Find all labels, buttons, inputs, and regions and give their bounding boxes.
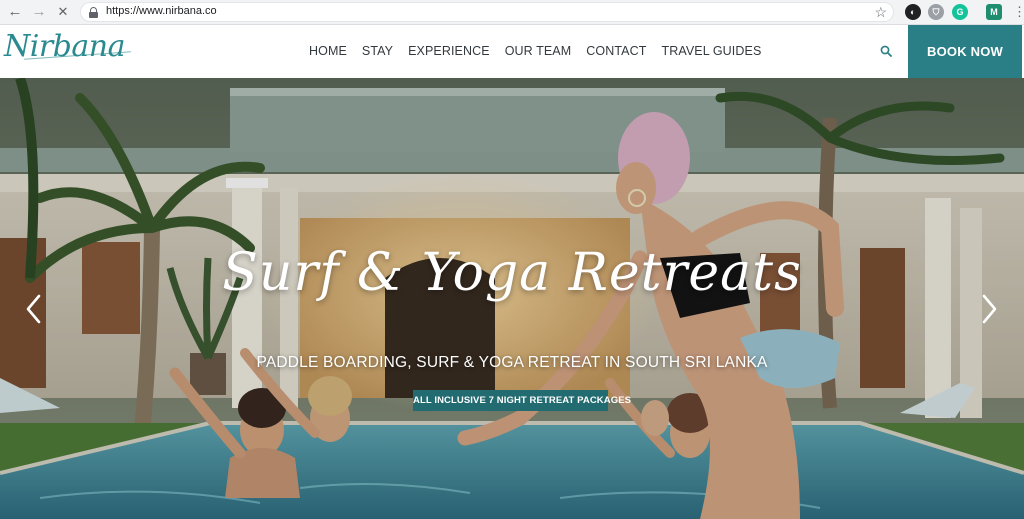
nav-our-team[interactable]: OUR TEAM — [505, 44, 572, 60]
nav-stay[interactable]: STAY — [362, 44, 393, 60]
hero-subtitle: PADDLE BOARDING, SURF & YOGA RETREAT IN … — [256, 354, 768, 371]
bookmark-star-icon[interactable]: ☆ — [874, 3, 887, 21]
site-header: Nirbana HOME STAY EXPERIENCE OUR TEAM CO… — [0, 25, 1024, 78]
book-now-button[interactable]: BOOK NOW — [908, 25, 1022, 78]
nav-contact[interactable]: CONTACT — [586, 44, 646, 60]
address-bar[interactable]: https://www.nirbana.co ☆ — [80, 2, 894, 22]
main-navigation: HOME STAY EXPERIENCE OUR TEAM CONTACT TR… — [309, 44, 776, 60]
grammarly-extension-icon[interactable]: G — [952, 4, 968, 20]
back-arrow-icon[interactable]: ← — [6, 3, 24, 21]
hero-slider: Surf & Yoga Retreats PADDLE BOARDING, SU… — [0, 78, 1024, 519]
nirbana-logo[interactable]: Nirbana — [4, 29, 125, 64]
browser-menu-icon[interactable]: ⋮ — [1013, 3, 1024, 21]
nav-travel-guides[interactable]: TRAVEL GUIDES — [661, 44, 761, 60]
shield-extension-icon[interactable]: ⛉ — [928, 4, 944, 20]
dark-extension-icon[interactable]: ◐ — [905, 4, 921, 20]
retreat-packages-button[interactable]: ALL INCLUSIVE 7 NIGHT RETREAT PACKAGES — [413, 390, 631, 411]
profile-avatar[interactable]: M — [986, 4, 1002, 20]
chevron-right-icon[interactable] — [979, 292, 999, 326]
search-icon[interactable] — [880, 45, 892, 57]
nav-experience[interactable]: EXPERIENCE — [408, 44, 490, 60]
nav-home[interactable]: HOME — [309, 44, 347, 60]
hero-title: Surf & Yoga Retreats — [222, 243, 802, 303]
lock-icon — [89, 7, 98, 18]
stop-loading-icon[interactable]: ✕ — [54, 3, 72, 21]
browser-toolbar: ← → ✕ https://www.nirbana.co ☆ ◐ ⛉ G M ⋮ — [0, 0, 1024, 25]
chevron-left-icon[interactable] — [24, 292, 44, 326]
url-text[interactable]: https://www.nirbana.co — [106, 5, 217, 17]
forward-arrow-icon[interactable]: → — [30, 3, 48, 21]
